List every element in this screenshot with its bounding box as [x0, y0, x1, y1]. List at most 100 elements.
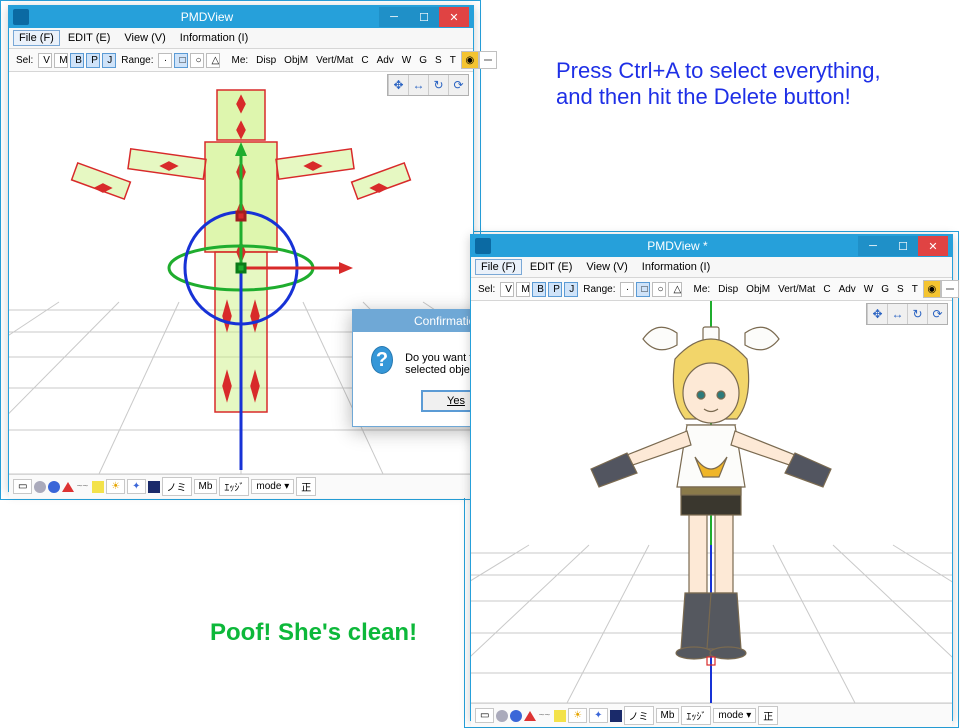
sel-label: Sel:	[13, 55, 36, 66]
tool-c[interactable]: C	[358, 55, 371, 66]
tool-m[interactable]: M	[516, 282, 530, 297]
pan-icon[interactable]: ✥	[867, 304, 887, 324]
titlebar[interactable]: PMDView * ─ ☐ ✕	[471, 235, 952, 257]
app-icon	[475, 238, 491, 254]
status-nomi[interactable]: ノミ	[162, 477, 192, 496]
menubar: File (F) EDIT (E) View (V) Information (…	[471, 257, 952, 278]
status-grey-dot	[496, 710, 508, 722]
minimize-button[interactable]: ─	[379, 7, 409, 27]
tool-vertmat[interactable]: Vert/Mat	[313, 55, 356, 66]
status-win[interactable]: ▭	[475, 708, 494, 723]
pmdview-window-2: PMDView * ─ ☐ ✕ File (F) EDIT (E) View (…	[470, 234, 953, 721]
tool-w[interactable]: W	[861, 284, 876, 295]
status-star[interactable]: ✦	[589, 708, 607, 723]
status-edge[interactable]: ｴｯｼﾞ	[681, 706, 711, 725]
tool-disp[interactable]: Disp	[715, 284, 741, 295]
annotation-top: Press Ctrl+A to select everything, and t…	[556, 58, 881, 110]
status-sei[interactable]: 正	[758, 706, 778, 725]
tool-c[interactable]: C	[820, 284, 833, 295]
tool-v[interactable]: V	[38, 53, 52, 68]
tool-circle[interactable]: ○	[190, 53, 204, 68]
sel-label: Sel:	[475, 284, 498, 295]
tool-dash[interactable]: ·	[158, 53, 172, 68]
menu-info[interactable]: Information (I)	[174, 30, 254, 46]
status-sun[interactable]: ☀	[106, 479, 125, 494]
menu-file[interactable]: File (F)	[13, 30, 60, 46]
tool-m[interactable]: M	[54, 53, 68, 68]
tool-g[interactable]: G	[416, 55, 430, 66]
tool-dash[interactable]: ·	[620, 282, 634, 297]
status-sei[interactable]: 正	[296, 477, 316, 496]
status-mb[interactable]: Mb	[194, 479, 218, 494]
menu-edit[interactable]: EDIT (E)	[524, 259, 579, 275]
close-button[interactable]: ✕	[439, 7, 469, 27]
menu-file[interactable]: File (F)	[475, 259, 522, 275]
move-icon[interactable]: ↔	[887, 304, 907, 324]
model-clean	[591, 327, 831, 665]
pan-icon[interactable]: ✥	[388, 75, 408, 95]
status-win[interactable]: ▭	[13, 479, 32, 494]
maximize-button[interactable]: ☐	[409, 7, 439, 27]
status-wave: ~~	[538, 710, 550, 721]
status-navy	[148, 481, 160, 493]
tool-disp[interactable]: Disp	[253, 55, 279, 66]
menu-view[interactable]: View (V)	[118, 30, 171, 46]
annotation-bottom: Poof! She's clean!	[210, 619, 417, 647]
globe-icon[interactable]: ◉	[923, 280, 941, 298]
tool-j[interactable]: J	[564, 282, 578, 297]
menu-info[interactable]: Information (I)	[636, 259, 716, 275]
status-star[interactable]: ✦	[127, 479, 145, 494]
tool-adv[interactable]: Adv	[374, 55, 397, 66]
quad-view-icon[interactable]	[941, 280, 959, 298]
tool-adv[interactable]: Adv	[836, 284, 859, 295]
viewport-2[interactable]: ✥ ↔ ↻ ⟳	[471, 301, 952, 703]
menu-edit[interactable]: EDIT (E)	[62, 30, 117, 46]
status-navy	[610, 710, 622, 722]
status-sun[interactable]: ☀	[568, 708, 587, 723]
tool-b[interactable]: B	[70, 53, 84, 68]
tool-s[interactable]: S	[894, 284, 907, 295]
menu-view[interactable]: View (V)	[580, 259, 633, 275]
reset-icon[interactable]: ⟳	[448, 75, 468, 95]
globe-icon[interactable]: ◉	[461, 51, 479, 69]
tool-w[interactable]: W	[399, 55, 414, 66]
status-mode[interactable]: mode ▾	[251, 479, 294, 494]
tool-p[interactable]: P	[548, 282, 562, 297]
tool-t[interactable]: T	[909, 284, 921, 295]
rotate-icon[interactable]: ↻	[907, 304, 927, 324]
status-mb[interactable]: Mb	[656, 708, 680, 723]
tool-p[interactable]: P	[86, 53, 100, 68]
view-tools: ✥ ↔ ↻ ⟳	[866, 303, 948, 325]
tool-tri[interactable]: △	[668, 282, 682, 297]
tool-s[interactable]: S	[432, 55, 445, 66]
status-grey-dot	[34, 481, 46, 493]
app-icon	[13, 9, 29, 25]
rotate-icon[interactable]: ↻	[428, 75, 448, 95]
tool-square[interactable]: □	[174, 53, 188, 68]
status-red-tri	[62, 482, 74, 492]
tool-vertmat[interactable]: Vert/Mat	[775, 284, 818, 295]
tool-tri[interactable]: △	[206, 53, 220, 68]
minimize-button[interactable]: ─	[858, 236, 888, 256]
statusbar: ▭ ~~ ☀ ✦ ノミ Mb ｴｯｼﾞ mode ▾ 正	[9, 474, 473, 498]
tool-v[interactable]: V	[500, 282, 514, 297]
titlebar[interactable]: PMDView ─ ☐ ✕	[9, 6, 473, 28]
tool-objm[interactable]: ObjM	[743, 284, 773, 295]
move-icon[interactable]: ↔	[408, 75, 428, 95]
close-button[interactable]: ✕	[918, 236, 948, 256]
tool-b[interactable]: B	[532, 282, 546, 297]
tool-g[interactable]: G	[878, 284, 892, 295]
range-label: Range:	[118, 55, 156, 66]
quad-view-icon[interactable]	[479, 51, 497, 69]
tool-circle[interactable]: ○	[652, 282, 666, 297]
tool-j[interactable]: J	[102, 53, 116, 68]
status-edge[interactable]: ｴｯｼﾞ	[219, 477, 249, 496]
tool-objm[interactable]: ObjM	[281, 55, 311, 66]
status-mode[interactable]: mode ▾	[713, 708, 756, 723]
reset-icon[interactable]: ⟳	[927, 304, 947, 324]
status-yellow	[554, 710, 566, 722]
tool-t[interactable]: T	[447, 55, 459, 66]
status-nomi[interactable]: ノミ	[624, 706, 654, 725]
tool-square[interactable]: □	[636, 282, 650, 297]
maximize-button[interactable]: ☐	[888, 236, 918, 256]
